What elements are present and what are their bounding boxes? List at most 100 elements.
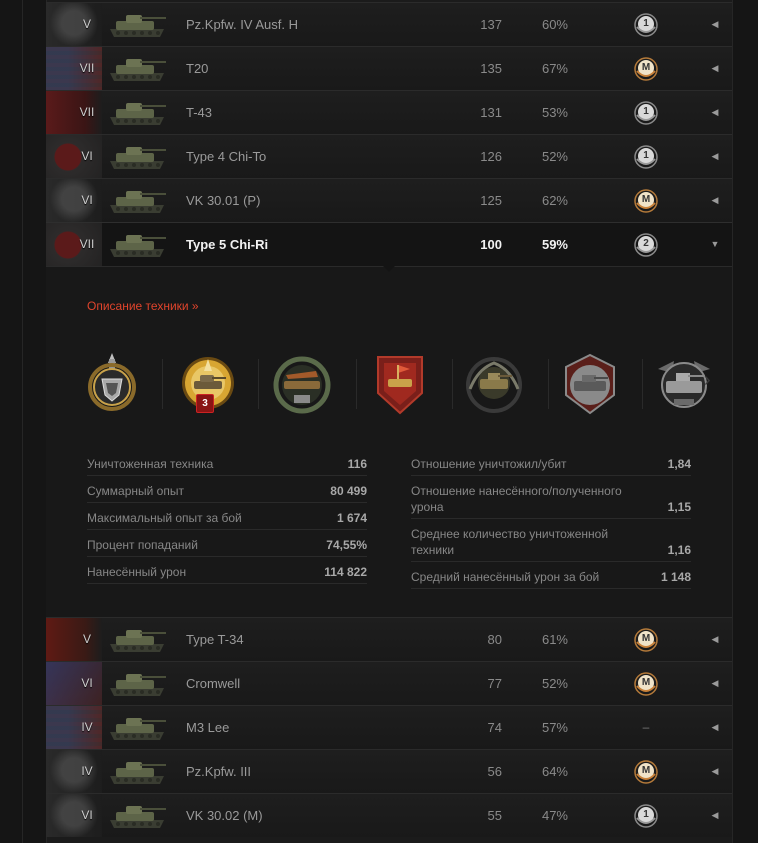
expand-arrow-icon[interactable]: ◀ bbox=[708, 47, 722, 90]
stat-value: 1 148 bbox=[660, 570, 691, 584]
expand-arrow-icon[interactable]: ◀ bbox=[708, 662, 722, 705]
vehicle-row[interactable]: V Pz.Kpfw. IV Ausf. H 137 60% 1 ◀ bbox=[46, 2, 732, 46]
medal-divider bbox=[452, 359, 453, 409]
stat-label: Максимальный опыт за бой bbox=[87, 511, 242, 525]
battles-count: 135 bbox=[480, 61, 502, 76]
win-rate: 64% bbox=[541, 764, 568, 779]
vehicle-row[interactable]: VII T20 135 67% M ◀ bbox=[46, 46, 732, 90]
medal-divider bbox=[642, 359, 643, 409]
expand-arrow-icon[interactable]: ◀ bbox=[708, 3, 722, 46]
win-rate: 67% bbox=[541, 61, 568, 76]
vehicle-row[interactable]: IV Pz.Kpfw. III 56 64% M ◀ bbox=[46, 749, 732, 793]
expand-arrow-icon[interactable]: ◀ bbox=[708, 750, 722, 793]
stat-value: 80 499 bbox=[330, 484, 367, 498]
vehicle-name: Type 5 Chi-Ri bbox=[186, 237, 269, 252]
vehicle-name: VK 30.02 (M) bbox=[186, 808, 263, 823]
class-1-badge-icon: 1 bbox=[634, 804, 658, 828]
ace-tanker-badge-icon: M bbox=[634, 672, 658, 696]
stat-label: Отношение нанесённого/полученного bbox=[411, 484, 622, 498]
stat-value: 1 674 bbox=[336, 511, 367, 525]
details-pointer bbox=[383, 266, 395, 272]
tank-icon bbox=[106, 668, 168, 699]
vehicle-name: T20 bbox=[186, 61, 209, 76]
stat-label: Отношение уничтожил/убит bbox=[411, 457, 567, 471]
medal-divider bbox=[548, 359, 549, 409]
tank-icon bbox=[106, 97, 168, 128]
vehicle-row[interactable]: IV M3 Lee 74 57% – ◀ bbox=[46, 705, 732, 749]
class-2-badge-icon: 2 bbox=[634, 233, 658, 257]
tank-expert-medal-icon[interactable] bbox=[458, 349, 530, 421]
vehicle-name: Type T-34 bbox=[186, 632, 244, 647]
battles-count: 56 bbox=[487, 764, 502, 779]
vehicle-row[interactable]: VII T-43 131 53% 1 ◀ bbox=[46, 90, 732, 134]
battles-count: 126 bbox=[480, 149, 502, 164]
medal-count-badge: 3 bbox=[196, 394, 214, 413]
red-banner-medal-icon[interactable] bbox=[364, 349, 436, 421]
battles-count: 55 bbox=[487, 808, 502, 823]
stat-label: Суммарный опыт bbox=[87, 484, 184, 498]
battles-count: 100 bbox=[480, 237, 502, 252]
expand-arrow-icon[interactable]: ◀ bbox=[708, 618, 722, 661]
vehicle-name: M3 Lee bbox=[186, 720, 230, 735]
ace-tanker-badge-icon: M bbox=[634, 628, 658, 652]
stat-value: 116 bbox=[347, 457, 367, 471]
vehicle-row[interactable]: VI VK 30.02 (M) 55 47% 1 ◀ bbox=[46, 793, 732, 837]
ace-tanker-badge-icon: M bbox=[634, 189, 658, 213]
vehicle-row[interactable]: VII Type 5 Chi-Ri 100 59% 2 ▼ bbox=[46, 222, 732, 266]
stat-row: Уничтоженная техника 116 bbox=[87, 456, 367, 474]
vehicle-name: Type 4 Chi-To bbox=[186, 149, 267, 164]
expand-arrow-icon[interactable]: ◀ bbox=[708, 91, 722, 134]
mastery-badge-label: M bbox=[641, 62, 651, 73]
expand-arrow-icon[interactable]: ◀ bbox=[708, 179, 722, 222]
stat-divider bbox=[87, 556, 367, 557]
medals-next-arrow[interactable]: › bbox=[704, 369, 711, 392]
stat-row: Среднее количество уничтоженной техники 1,… bbox=[411, 526, 691, 560]
stat-label: Средний нанесённый урон за бой bbox=[411, 570, 600, 584]
medal-divider bbox=[258, 359, 259, 409]
class-1-badge-icon: 1 bbox=[634, 13, 658, 37]
win-rate: 61% bbox=[541, 632, 568, 647]
mastery-badge-label: M bbox=[641, 677, 651, 688]
steel-wall-medal-icon[interactable] bbox=[266, 349, 338, 421]
frame-divider bbox=[22, 0, 23, 843]
stat-divider bbox=[87, 475, 367, 476]
stat-row: Отношение уничтожил/убит 1,84 bbox=[411, 456, 691, 474]
win-rate: 52% bbox=[541, 149, 568, 164]
win-rate: 53% bbox=[541, 105, 568, 120]
stat-divider bbox=[87, 502, 367, 503]
expand-arrow-icon[interactable]: ◀ bbox=[708, 794, 722, 837]
medal-divider bbox=[162, 359, 163, 409]
stat-value: 1,16 bbox=[667, 543, 691, 557]
stat-label: Нанесённый урон bbox=[87, 565, 187, 579]
vehicle-row[interactable]: VI VK 30.01 (P) 125 62% M ◀ bbox=[46, 178, 732, 222]
stat-value: 1,15 bbox=[667, 500, 691, 514]
stat-divider bbox=[87, 583, 367, 584]
stat-label-line2: урона bbox=[411, 500, 444, 514]
weaponry-medal-icon[interactable] bbox=[76, 349, 148, 421]
stat-divider bbox=[411, 561, 691, 562]
mastery-badge-label: M bbox=[641, 765, 651, 776]
expand-arrow-icon[interactable]: ◀ bbox=[708, 706, 722, 749]
mastery-badge-label: 1 bbox=[643, 150, 649, 161]
expand-arrow-icon[interactable]: ◀ bbox=[708, 135, 722, 178]
vehicle-name: Pz.Kpfw. III bbox=[186, 764, 252, 779]
vehicle-row[interactable]: VI Cromwell 77 52% M ◀ bbox=[46, 661, 732, 705]
battles-count: 74 bbox=[487, 720, 502, 735]
vehicle-row[interactable]: VI Type 4 Chi-To 126 52% 1 ◀ bbox=[46, 134, 732, 178]
mastery-badge-label: M bbox=[641, 633, 651, 644]
vehicle-description-link[interactable]: Описание техники » bbox=[87, 299, 199, 313]
mastery-badge-label: 1 bbox=[643, 18, 649, 29]
win-rate: 52% bbox=[541, 676, 568, 691]
stat-label-line2: техники bbox=[411, 543, 455, 557]
win-rate: 59% bbox=[541, 237, 568, 252]
left-frame bbox=[0, 0, 46, 843]
ace-tanker-badge-icon: M bbox=[634, 760, 658, 784]
tankers-medal-icon[interactable] bbox=[554, 349, 626, 421]
tank-icon bbox=[106, 53, 168, 84]
stat-divider bbox=[411, 475, 691, 476]
vehicle-row[interactable]: V Type T-34 80 61% M ◀ bbox=[46, 617, 732, 661]
battles-count: 131 bbox=[480, 105, 502, 120]
tank-icon bbox=[106, 712, 168, 743]
stat-label: Среднее количество уничтоженной bbox=[411, 527, 609, 541]
collapse-arrow-icon[interactable]: ▼ bbox=[708, 223, 722, 266]
